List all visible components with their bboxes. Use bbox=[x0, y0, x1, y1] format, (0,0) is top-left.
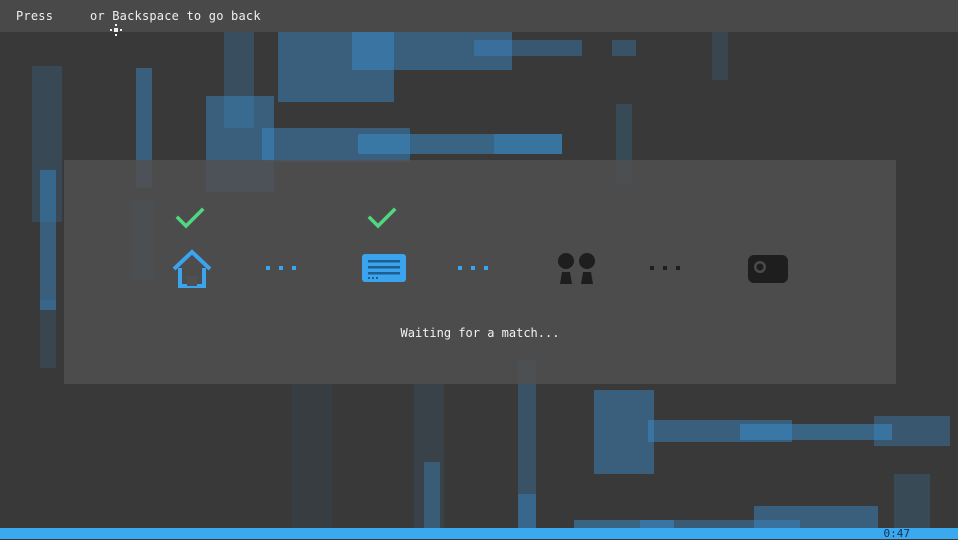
background-block bbox=[414, 384, 444, 528]
background-block bbox=[874, 416, 950, 446]
check-icon bbox=[367, 207, 397, 229]
progress-dots-1 bbox=[266, 266, 296, 272]
back-hint-prefix: Press bbox=[16, 9, 61, 23]
matchmaking-panel: Waiting for a match... bbox=[64, 160, 896, 384]
dpad-button-icon bbox=[65, 9, 123, 36]
background-block bbox=[40, 300, 56, 368]
background-block bbox=[894, 474, 930, 528]
server-list-icon bbox=[362, 254, 406, 282]
progress-dots-3 bbox=[650, 266, 680, 272]
back-hint: Press or Backspace to go back bbox=[16, 9, 261, 36]
background-block bbox=[712, 32, 728, 80]
background-block bbox=[224, 32, 254, 128]
background-block bbox=[494, 134, 562, 154]
stage-players bbox=[546, 160, 606, 384]
background-block bbox=[754, 506, 878, 528]
stage-home bbox=[162, 160, 222, 384]
background-block bbox=[594, 390, 654, 474]
check-icon bbox=[175, 207, 205, 229]
progress-dots-2 bbox=[458, 266, 488, 272]
gamepad-icon bbox=[748, 255, 788, 283]
background-block bbox=[292, 384, 332, 528]
background-block bbox=[612, 40, 636, 56]
stage-game bbox=[738, 160, 798, 384]
status-text: Waiting for a match... bbox=[400, 326, 560, 340]
stage-server bbox=[354, 160, 414, 384]
top-bar: Press or Backspace to go back bbox=[0, 0, 958, 36]
background-block bbox=[40, 170, 56, 310]
players-icon bbox=[558, 253, 595, 284]
elapsed-timer: 0:47 bbox=[883, 527, 911, 540]
background-block bbox=[518, 494, 536, 528]
back-hint-suffix: or Backspace to go back bbox=[82, 9, 261, 23]
bottom-progress-bar bbox=[0, 528, 958, 539]
background-block bbox=[740, 424, 892, 440]
background-block bbox=[474, 40, 582, 56]
home-icon bbox=[172, 249, 212, 288]
